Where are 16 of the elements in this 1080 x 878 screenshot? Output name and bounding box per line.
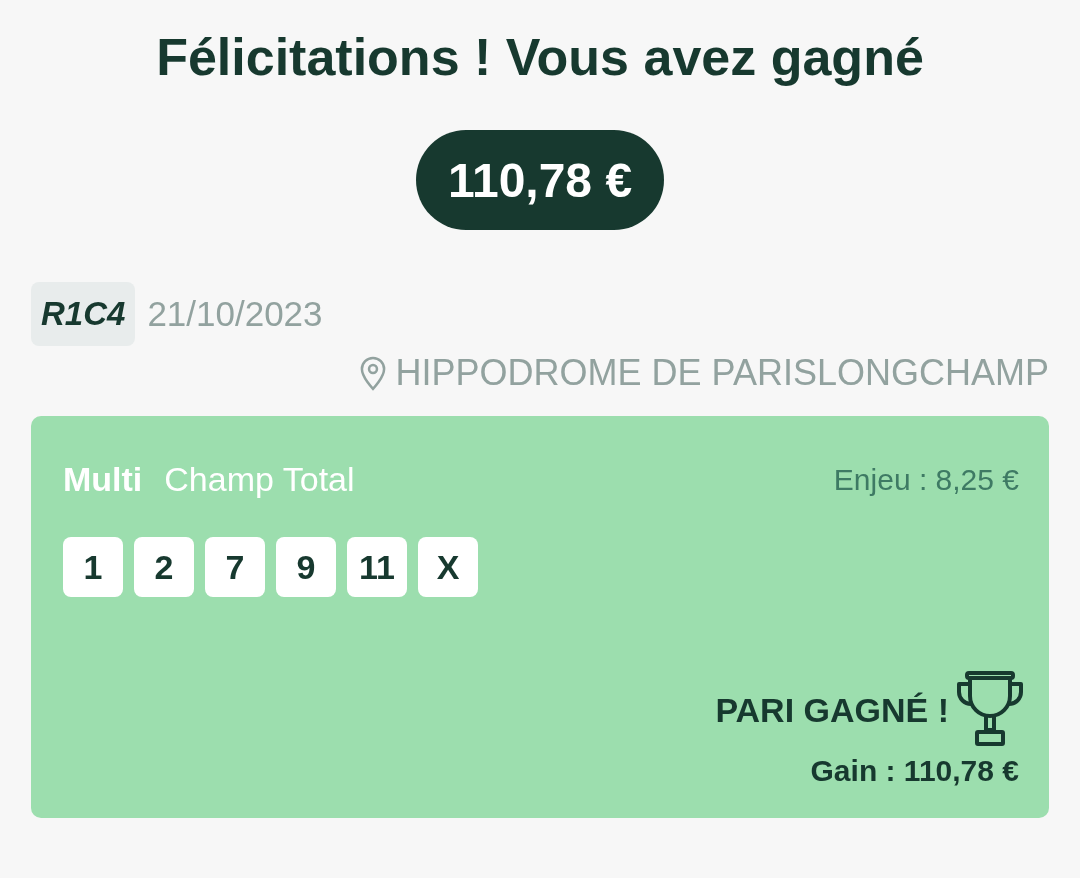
selection-number: 11 <box>347 537 407 597</box>
winnings-amount: 110,78 € <box>415 130 665 230</box>
selection-number: X <box>418 537 478 597</box>
bet-type: Multi <box>63 460 143 499</box>
result-status: PARI GAGNÉ ! <box>715 690 949 730</box>
stake-amount: Enjeu : 8,25 € <box>833 462 1019 497</box>
selection-number: 1 <box>63 537 123 597</box>
race-date: 21/10/2023 <box>147 294 323 334</box>
selection-number: 2 <box>134 537 194 597</box>
selection-number: 7 <box>205 537 265 597</box>
race-code: R1C4 <box>31 282 136 346</box>
gain-amount: Gain : 110,78 € <box>810 754 1019 788</box>
page-title: Félicitations ! Vous avez gagné <box>155 27 925 88</box>
venue-name: HIPPODROME DE PARISLONGCHAMP <box>395 352 1049 394</box>
bet-formula: Champ Total <box>164 460 355 499</box>
selection-number: 9 <box>276 537 336 597</box>
